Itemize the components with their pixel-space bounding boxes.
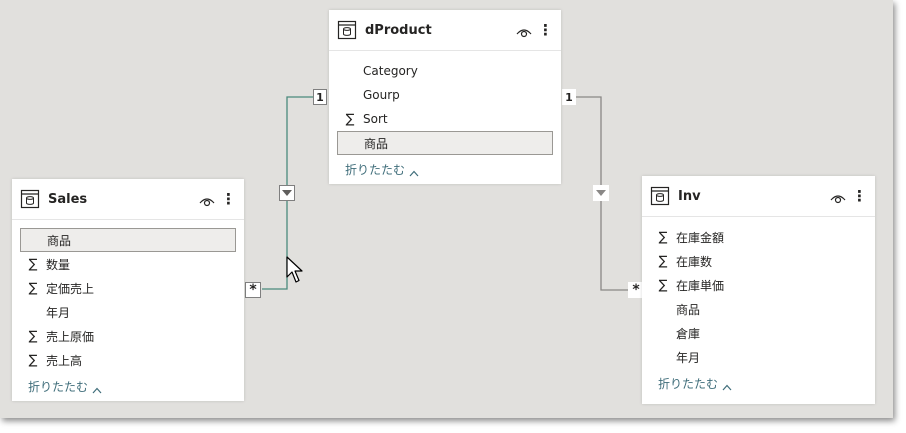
sigma-icon: ∑ xyxy=(28,328,38,344)
table-card-dproduct[interactable]: dProduct ⋮ Category Gourp ∑ Sort 商品 折りたたむ xyxy=(329,10,561,184)
field-list: ∑ 在庫金額 ∑ 在庫数 ∑ 在庫単価 商品 倉庫 年月 xyxy=(642,217,875,369)
field-row[interactable]: 商品 xyxy=(650,297,867,321)
collapse-label: 折りたたむ xyxy=(658,377,719,391)
table-card-sales[interactable]: Sales ⋮ 商品 ∑ 数量 ∑ 定価売上 年月 ∑ 売上原価 ∑ 売上高 折りたたむ xyxy=(12,179,244,401)
sigma-icon: ∑ xyxy=(345,111,355,127)
field-row[interactable]: ∑ 在庫金額 xyxy=(650,225,867,249)
more-options-icon[interactable]: ⋮ xyxy=(852,188,867,204)
field-row[interactable]: ∑ 売上高 xyxy=(20,348,236,372)
field-label: Category xyxy=(363,64,418,78)
more-options-icon[interactable]: ⋮ xyxy=(538,22,553,38)
field-row[interactable]: Gourp xyxy=(337,83,553,107)
table-card-inv[interactable]: Inv ⋮ ∑ 在庫金額 ∑ 在庫数 ∑ 在庫単価 商品 倉庫 年月 折りたたむ xyxy=(642,176,875,404)
cardinality-one-sales-rel: 1 xyxy=(313,89,327,105)
collapse-label: 折りたたむ xyxy=(28,380,89,394)
collapse-link[interactable]: 折りたたむ xyxy=(658,375,875,392)
field-label: 定価売上 xyxy=(46,281,95,296)
field-row[interactable]: ∑ 在庫数 xyxy=(650,249,867,273)
mouse-cursor-icon xyxy=(286,256,303,283)
field-list: 商品 ∑ 数量 ∑ 定価売上 年月 ∑ 売上原価 ∑ 売上高 xyxy=(12,220,244,372)
field-row[interactable]: ∑ 定価売上 xyxy=(20,276,236,300)
table-name: Inv xyxy=(678,188,701,204)
field-label: Gourp xyxy=(363,88,400,102)
field-row[interactable]: 倉庫 xyxy=(650,321,867,345)
collapse-link[interactable]: 折りたたむ xyxy=(28,378,244,395)
field-label: 売上原価 xyxy=(46,329,95,344)
cardinality-many-sales-rel: * xyxy=(245,282,261,298)
sigma-icon: ∑ xyxy=(658,253,668,269)
field-row[interactable]: 年月 xyxy=(20,300,236,324)
table-header[interactable]: Sales ⋮ xyxy=(12,179,244,220)
visibility-eye-icon[interactable] xyxy=(199,193,215,207)
collapse-link[interactable]: 折りたたむ xyxy=(345,161,561,178)
sigma-icon: ∑ xyxy=(28,256,38,272)
field-row[interactable]: ∑ 数量 xyxy=(20,252,236,276)
chevron-up-icon xyxy=(92,383,102,394)
field-label: 在庫数 xyxy=(676,254,713,269)
sigma-icon: ∑ xyxy=(28,280,38,296)
visibility-eye-icon[interactable] xyxy=(516,24,532,38)
chevron-up-icon xyxy=(722,380,732,391)
field-label: 商品 xyxy=(364,136,389,151)
table-icon xyxy=(337,20,357,40)
field-row[interactable]: ∑ 在庫単価 xyxy=(650,273,867,297)
table-icon xyxy=(20,189,40,209)
field-label: Sort xyxy=(363,112,388,126)
visibility-eye-icon[interactable] xyxy=(830,190,846,204)
field-row[interactable]: Category xyxy=(337,59,553,83)
more-options-icon[interactable]: ⋮ xyxy=(221,191,236,207)
field-list: Category Gourp ∑ Sort 商品 xyxy=(329,51,561,155)
table-name: Sales xyxy=(48,191,88,207)
filter-direction-icon-inv-rel[interactable] xyxy=(593,185,609,201)
table-header[interactable]: dProduct ⋮ xyxy=(329,10,561,51)
table-header[interactable]: Inv ⋮ xyxy=(642,176,875,217)
chevron-up-icon xyxy=(409,166,419,177)
field-label: 在庫単価 xyxy=(676,278,725,293)
field-label: 商品 xyxy=(676,302,701,317)
field-row[interactable]: ∑ Sort xyxy=(337,107,553,131)
field-row-selected[interactable]: 商品 xyxy=(337,131,553,155)
sigma-icon: ∑ xyxy=(28,352,38,368)
field-label: 年月 xyxy=(676,350,701,365)
filter-direction-icon-sales-rel[interactable] xyxy=(279,185,295,201)
sigma-icon: ∑ xyxy=(658,229,668,245)
table-icon xyxy=(650,186,670,206)
table-name: dProduct xyxy=(365,22,432,38)
field-label: 数量 xyxy=(46,257,71,272)
cardinality-one-inv-rel: 1 xyxy=(562,89,576,105)
field-label: 在庫金額 xyxy=(676,230,725,245)
collapse-label: 折りたたむ xyxy=(345,163,406,177)
field-row[interactable]: ∑ 売上原価 xyxy=(20,324,236,348)
field-label: 倉庫 xyxy=(676,326,701,341)
field-row-selected[interactable]: 商品 xyxy=(20,228,236,252)
field-label: 年月 xyxy=(46,305,71,320)
field-label: 売上高 xyxy=(46,353,83,368)
field-label: 商品 xyxy=(47,233,72,248)
sigma-icon: ∑ xyxy=(658,277,668,293)
field-row[interactable]: 年月 xyxy=(650,345,867,369)
